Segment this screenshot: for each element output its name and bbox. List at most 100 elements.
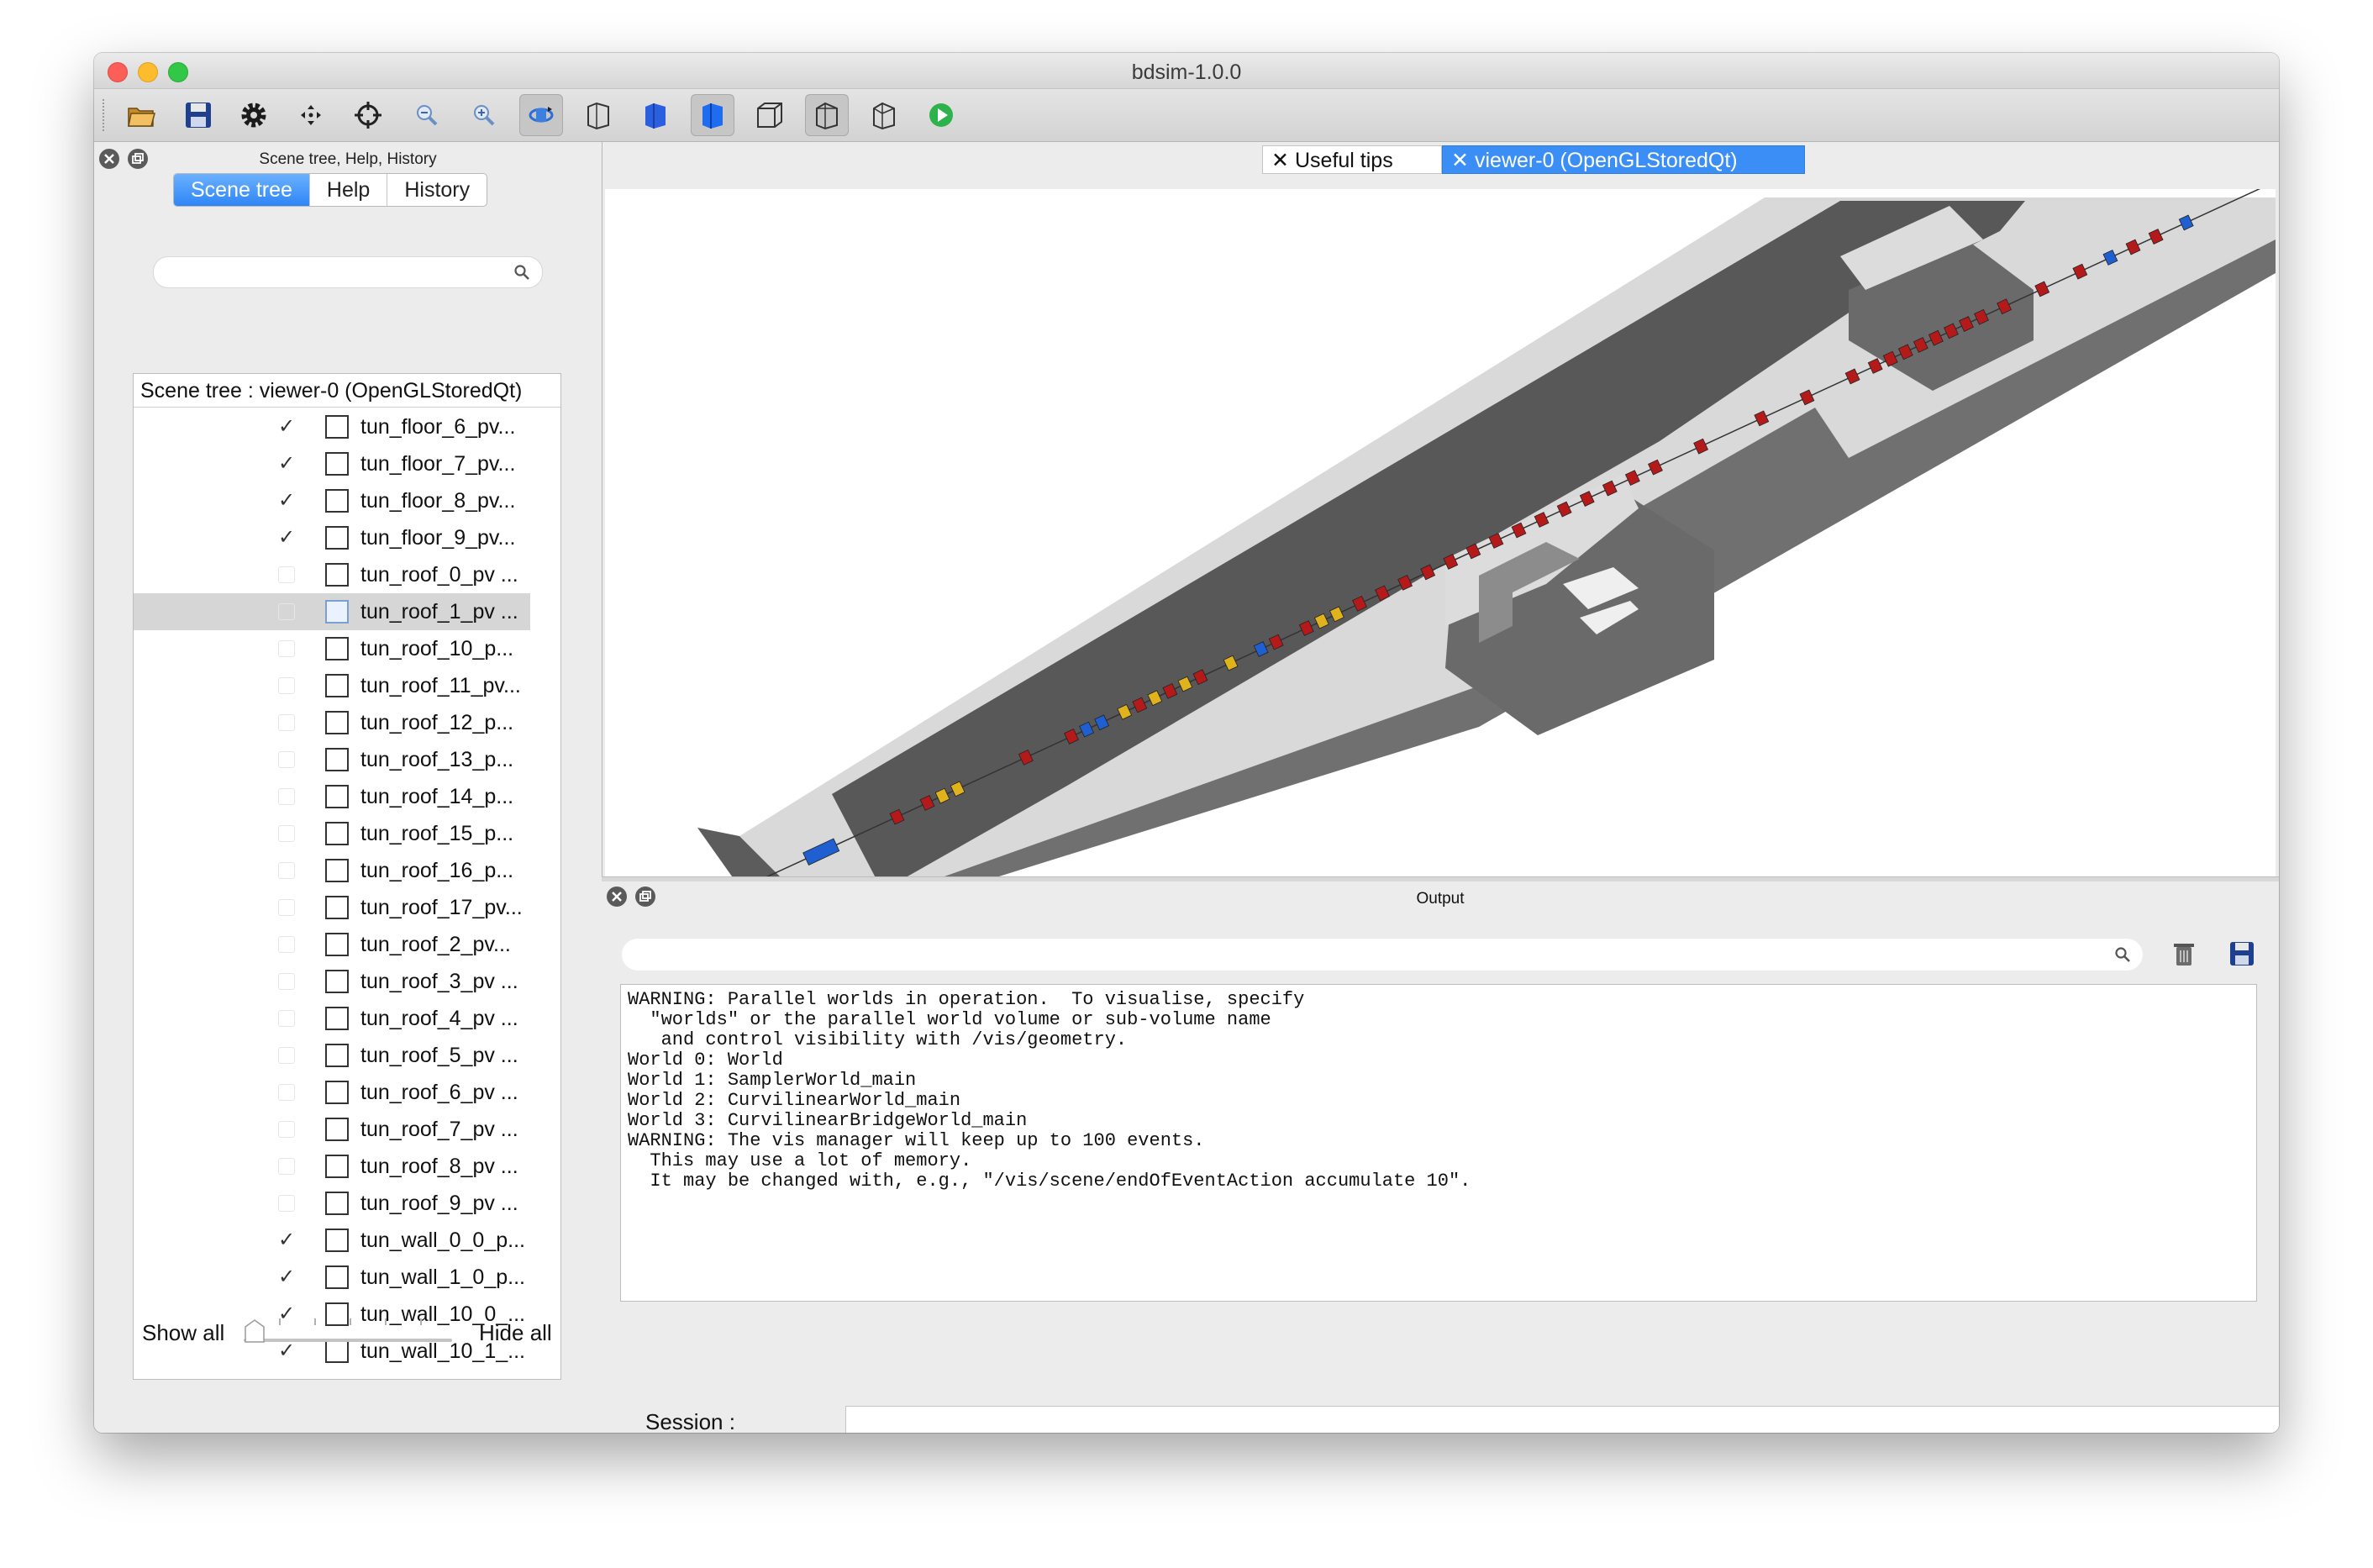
color-swatch-box[interactable] [325,748,349,771]
close-tab-icon[interactable]: ✕ [1451,146,1469,175]
reset-view-button[interactable] [862,94,906,136]
tab-history[interactable]: History [387,174,487,206]
tree-row[interactable]: ✓ tun_roof_16_p... [134,852,530,889]
output-filter-input[interactable] [635,944,2101,967]
visibility-checkbox[interactable]: ✓ [278,417,295,437]
tree-row[interactable]: ✓ tun_roof_13_p... [134,741,530,778]
visibility-checkbox[interactable]: ✓ [278,603,295,620]
toolbar-grip[interactable] [103,99,108,131]
color-swatch-box[interactable] [325,489,349,513]
tree-row[interactable]: ✓ tun_roof_11_pv... [134,667,530,704]
save-icon[interactable] [2228,940,2255,967]
color-swatch-box[interactable] [325,1339,349,1363]
tab-viewer-0[interactable]: ✕ viewer-0 (OpenGLStoredQt) [1442,145,1805,174]
tree-row[interactable]: ✓ tun_roof_5_pv ... [134,1037,530,1074]
color-swatch-box[interactable] [325,452,349,476]
zoom-in-button[interactable] [462,94,506,136]
tree-row[interactable]: ✓ tun_wall_0_0_p... [134,1222,530,1259]
move-button[interactable] [289,94,333,136]
color-swatch-box[interactable] [325,785,349,808]
ortho-button[interactable] [805,94,849,136]
visibility-checkbox[interactable]: ✓ [278,1158,295,1175]
color-swatch-box[interactable] [325,933,349,956]
tree-row[interactable]: ✓ tun_roof_0_pv ... [134,556,530,593]
color-swatch-box[interactable] [325,1118,349,1141]
tree-row[interactable]: ✓ tun_wall_1_0_p... [134,1259,530,1296]
color-swatch-box[interactable] [325,970,349,993]
visibility-checkbox[interactable]: ✓ [278,714,295,731]
visibility-checkbox[interactable]: ✓ [278,1267,295,1287]
tree-row[interactable]: ✓ tun_floor_7_pv... [134,445,530,482]
tree-row[interactable]: ✓ tun_roof_14_p... [134,778,530,815]
color-swatch-box[interactable] [325,822,349,845]
scene-search-input[interactable] [167,260,498,284]
color-swatch-box[interactable] [325,415,349,439]
tree-row[interactable]: ✓ tun_roof_3_pv ... [134,963,530,1000]
visibility-checkbox[interactable]: ✓ [278,1047,295,1064]
opengl-viewer[interactable] [605,189,2276,876]
perspective-button[interactable] [748,94,792,136]
visibility-checkbox[interactable]: ✓ [278,936,295,953]
visibility-slider-track[interactable] [244,1339,452,1342]
color-swatch-box[interactable] [325,563,349,587]
visibility-checkbox[interactable]: ✓ [278,1010,295,1027]
tab-useful-tips[interactable]: ✕ Useful tips [1262,145,1442,174]
color-swatch-box[interactable] [325,600,349,624]
visibility-checkbox[interactable]: ✓ [278,1304,295,1324]
color-swatch-box[interactable] [325,637,349,660]
rotate-button[interactable] [519,94,563,136]
visibility-checkbox[interactable]: ✓ [278,1230,295,1250]
tree-row[interactable]: ✓ tun_roof_10_p... [134,630,530,667]
trash-icon[interactable] [2171,940,2197,969]
run-button[interactable] [919,94,963,136]
visibility-checkbox[interactable]: ✓ [278,1195,295,1212]
tree-row[interactable]: ✓ tun_roof_2_pv... [134,926,530,963]
color-swatch-box[interactable] [325,526,349,550]
color-swatch-box[interactable] [325,674,349,697]
tree-row[interactable]: ✓ tun_floor_9_pv... [134,519,530,556]
color-swatch-box[interactable] [325,1265,349,1289]
color-swatch-box[interactable] [325,1007,349,1030]
save-button[interactable] [176,94,220,136]
pick-button[interactable] [346,94,390,136]
visibility-checkbox[interactable]: ✓ [278,491,295,511]
color-swatch-box[interactable] [325,896,349,919]
visibility-checkbox[interactable]: ✓ [278,973,295,990]
visibility-checkbox[interactable]: ✓ [278,1121,295,1138]
color-swatch-box[interactable] [325,859,349,882]
open-button[interactable] [119,94,163,136]
tree-row[interactable]: ✓ tun_roof_8_pv ... [134,1148,530,1185]
solid-button[interactable] [691,94,734,136]
wireframe-button[interactable] [576,94,620,136]
zoom-out-button[interactable] [405,94,449,136]
tree-row[interactable]: ✓ tun_roof_1_pv ... [134,593,530,630]
tree-row[interactable]: ✓ tun_floor_8_pv... [134,482,530,519]
visibility-checkbox[interactable]: ✓ [278,788,295,805]
visibility-checkbox[interactable]: ✓ [278,1084,295,1101]
session-input[interactable] [846,1407,2279,1433]
visibility-checkbox[interactable]: ✓ [278,640,295,657]
settings-button[interactable] [232,94,276,136]
tree-row[interactable]: ✓ tun_roof_17_pv... [134,889,530,926]
color-swatch-box[interactable] [325,1081,349,1104]
tree-row[interactable]: ✓ tun_roof_15_p... [134,815,530,852]
tree-row[interactable]: ✓ tun_roof_4_pv ... [134,1000,530,1037]
tree-row[interactable]: ✓ tun_roof_7_pv ... [134,1111,530,1148]
visibility-checkbox[interactable]: ✓ [278,1341,295,1361]
color-swatch-box[interactable] [325,1229,349,1252]
close-tab-icon[interactable]: ✕ [1271,146,1289,175]
color-swatch-box[interactable] [325,1192,349,1215]
visibility-checkbox[interactable]: ✓ [278,528,295,548]
tab-scene-tree[interactable]: Scene tree [174,174,310,206]
tree-row[interactable]: ✓ tun_roof_12_p... [134,704,530,741]
hidden-line-button[interactable] [634,94,677,136]
tree-row[interactable]: ✓ tun_roof_6_pv ... [134,1074,530,1111]
color-swatch-box[interactable] [325,711,349,734]
tree-row[interactable]: ✓ tun_floor_6_pv... [134,408,530,445]
visibility-checkbox[interactable]: ✓ [278,566,295,583]
tree-row[interactable]: ✓ tun_roof_9_pv ... [134,1185,530,1222]
visibility-checkbox[interactable]: ✓ [278,825,295,842]
color-swatch-box[interactable] [325,1302,349,1326]
visibility-checkbox[interactable]: ✓ [278,677,295,694]
color-swatch-box[interactable] [325,1044,349,1067]
